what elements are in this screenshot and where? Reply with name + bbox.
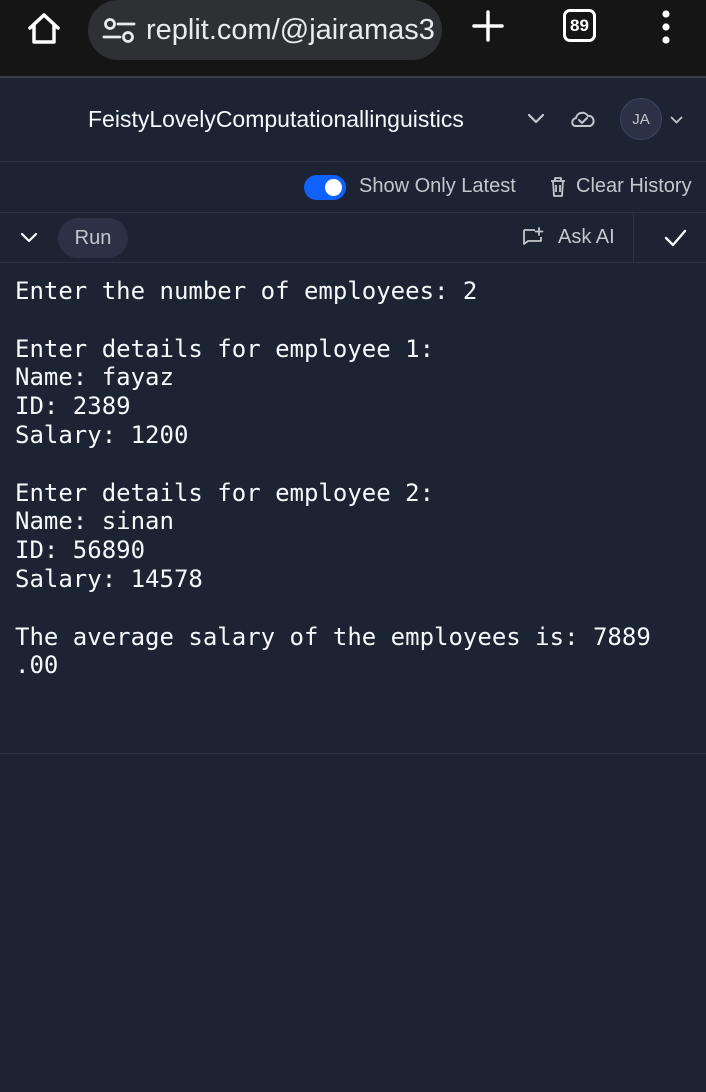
cloud-check-icon bbox=[571, 111, 595, 127]
console-line: Salary: 1200 bbox=[15, 420, 189, 449]
home-icon[interactable] bbox=[24, 8, 64, 48]
tab-switcher-button[interactable]: 89 bbox=[563, 9, 596, 42]
console-line: ID: 56890 bbox=[15, 536, 146, 565]
check-icon[interactable] bbox=[663, 227, 687, 249]
address-bar[interactable]: replit.com/@jairamas3 bbox=[88, 0, 442, 60]
chevron-down-icon[interactable] bbox=[670, 115, 683, 125]
console-line: The average salary of the employees is: … bbox=[15, 622, 651, 651]
more-options-icon[interactable] bbox=[656, 8, 676, 48]
console-line: Name: sinan bbox=[15, 507, 174, 536]
console-options-bar: Show Only Latest Clear History bbox=[0, 162, 706, 213]
trash-icon[interactable] bbox=[549, 176, 567, 198]
url-text[interactable]: replit.com/@jairamas3 bbox=[146, 14, 435, 47]
ask-ai-button[interactable]: Ask AI bbox=[558, 226, 615, 249]
console-output-panel[interactable]: Enter the number of employees: 2 Enter d… bbox=[0, 263, 706, 754]
new-tab-icon[interactable] bbox=[468, 6, 508, 46]
console-line: Name: fayaz bbox=[15, 363, 174, 392]
repl-title[interactable]: FeistyLovelyComputationallinguistics bbox=[88, 106, 464, 133]
show-only-latest-label[interactable]: Show Only Latest bbox=[359, 175, 516, 198]
chevron-down-icon[interactable] bbox=[20, 232, 38, 244]
divider bbox=[633, 213, 634, 263]
console-line: Enter the number of employees: 2 bbox=[15, 277, 478, 305]
show-only-latest-toggle[interactable] bbox=[304, 175, 346, 200]
browser-toolbar: replit.com/@jairamas3 89 bbox=[0, 0, 706, 76]
console-line: Enter details for employee 1: bbox=[15, 334, 435, 363]
chevron-down-icon[interactable] bbox=[527, 112, 545, 126]
console-line: Salary: 14578 bbox=[15, 564, 203, 593]
console-empty-area[interactable] bbox=[0, 754, 706, 1092]
run-button[interactable]: Run bbox=[58, 218, 128, 258]
console-output: Enter the number of employees: 2 Enter d… bbox=[15, 277, 695, 680]
console-line: ID: 2389 bbox=[15, 392, 131, 421]
console-line: Enter details for employee 2: bbox=[15, 478, 435, 507]
console-line: .00 bbox=[15, 651, 59, 680]
repl-header: FeistyLovelyComputationallinguistics JA bbox=[0, 76, 706, 162]
console-toolbar: Run Ask AI bbox=[0, 213, 706, 263]
site-settings-icon[interactable] bbox=[102, 16, 136, 44]
avatar[interactable]: JA bbox=[620, 98, 662, 140]
toggle-knob bbox=[325, 179, 342, 196]
ask-ai-icon[interactable] bbox=[522, 227, 544, 249]
clear-history-button[interactable]: Clear History bbox=[576, 175, 692, 198]
